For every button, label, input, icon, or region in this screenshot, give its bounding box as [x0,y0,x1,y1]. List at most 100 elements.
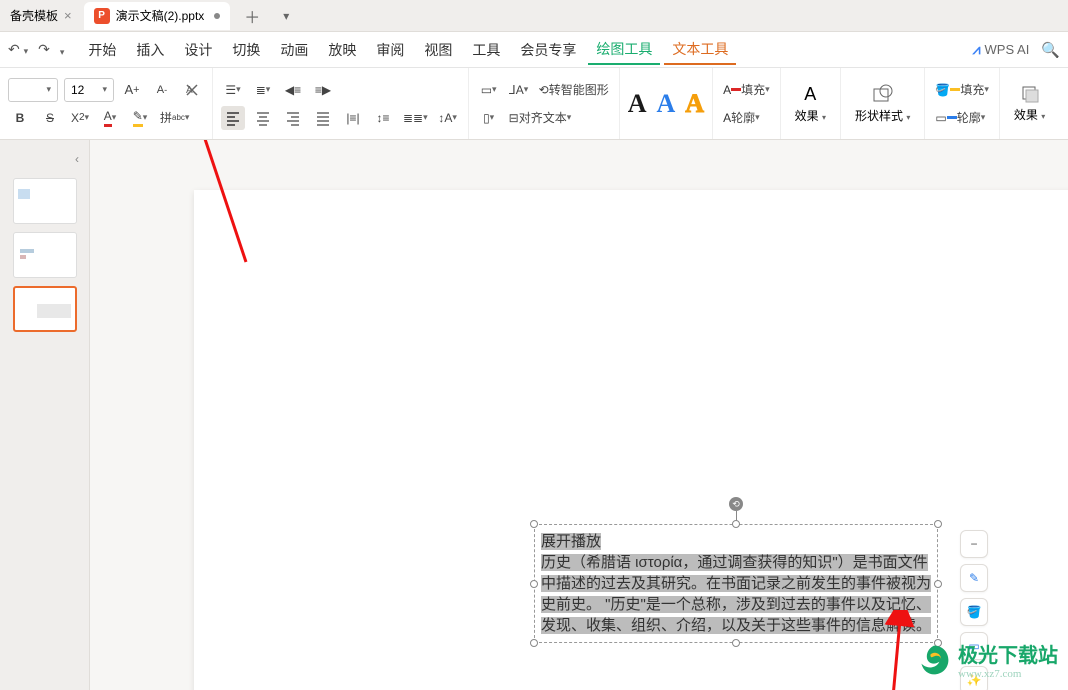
shape-style-group: 形状样式 ▾ [841,68,925,139]
unsaved-dot-icon [214,13,220,19]
font-size-value: 12 [71,83,84,97]
watermark-url: www.xz7.com [958,668,1058,680]
menu-start[interactable]: 开始 [80,36,124,64]
font-size-select[interactable]: 12 ▾ [64,78,114,102]
shape-effects-button[interactable]: 效果 ▾ [1008,80,1051,127]
increase-font-button[interactable]: A+ [120,78,144,102]
add-tab-button[interactable]: ＋ [238,2,266,30]
font-color-button[interactable]: A ▾ [98,106,122,130]
text-direction2-button[interactable]: ⅃A ▾ [507,78,531,102]
tab-menu-button[interactable]: ▾ [272,2,300,30]
menu-transition[interactable]: 切换 [224,36,268,64]
rotate-handle[interactable]: ⟲ [729,497,743,511]
vertical-text-button[interactable]: ▯ ▾ [477,106,501,130]
line-spacing-button[interactable]: ↕≡ [371,106,395,130]
distribute-h-button[interactable]: |≡| [341,106,365,130]
text-effects-group: A 效果 ▾ [781,68,841,139]
shape-outline-button[interactable]: ▭ 轮廓 ▾ [933,106,987,130]
convert-smart-button[interactable]: ⟲ 转智能图形 [537,78,611,102]
pinyin-button[interactable]: 拼abc ▾ [158,106,191,130]
ppt-icon: P [94,8,110,24]
bullets-button[interactable]: ☰ ▾ [221,78,245,102]
resize-handle-n[interactable] [732,520,740,528]
slide-thumbnail-1[interactable] [13,178,77,224]
clear-format-button[interactable]: A [180,78,204,102]
numbering-button[interactable]: ≣ ▾ [251,78,275,102]
search-icon[interactable]: 🔍 [1041,41,1060,59]
text-content[interactable]: 展开播放 历史（希腊语 ιστορία，通过调查获得的知识"）是书面文件中描述的… [541,531,931,636]
align-center-button[interactable] [251,106,275,130]
indent-inc-button[interactable]: ≡▶ [311,78,335,102]
canvas-area[interactable]: ⟲ 展开播放 历史（希腊语 ιστορία，通过调查获得的知识"）是书面文件中描… [90,140,1068,690]
align-left-button[interactable] [221,106,245,130]
text-group: ▭ ▾ ⅃A ▾ ⟲ 转智能图形 ▯ ▾ ⊟ 对齐文本 ▾ [469,68,620,139]
tab-templates[interactable]: 备壳模板 × [0,2,82,30]
more-quick-button[interactable]: ▾ [60,42,65,58]
menu-drawing-tools[interactable]: 绘图工具 [588,35,660,65]
text-outline-button[interactable]: A 轮廓 ▾ [721,106,762,130]
menu-text-tools[interactable]: 文本工具 [664,35,736,65]
superscript-button[interactable]: X2 ▾ [68,106,92,130]
resize-handle-e[interactable] [934,580,942,588]
close-icon[interactable]: × [64,8,72,23]
resize-handle-w[interactable] [530,580,538,588]
bold-button[interactable]: B [8,106,32,130]
workspace: ‹ ⟲ 展开播放 历史（希腊语 ιστορία，通过调查获得的知 [0,140,1068,690]
float-format-button[interactable]: 🪣 [960,598,988,626]
text-line-2: 历史（希腊语 ιστορία，通过调查获得的知识"）是书面文件中描述的过去及其研… [541,554,931,634]
slide-thumbnail-2[interactable] [13,232,77,278]
text-format-group: A 填充 ▾ A 轮廓 ▾ [713,68,781,139]
align-justify-button[interactable] [311,106,335,130]
decrease-font-button[interactable]: A- [150,78,174,102]
svg-text:A: A [186,85,193,96]
float-edit-button[interactable]: ✎ [960,564,988,592]
highlight-button[interactable]: ✎ ▾ [128,106,152,130]
shape-effects-group: 效果 ▾ [1000,68,1059,139]
selected-text-box[interactable]: ⟲ 展开播放 历史（希腊语 ιστορία，通过调查获得的知识"）是书面文件中描… [534,524,938,643]
watermark: 极光下载站 www.xz7.com [916,639,1058,680]
menu-bar: ↶ ▾ ↷ ▾ 开始 插入 设计 切换 动画 放映 审阅 视图 工具 会员专享 … [0,32,1068,68]
resize-handle-ne[interactable] [934,520,942,528]
wps-ai-logo-icon: ⩘ [973,41,981,58]
shape-fill-button[interactable]: 🪣 填充 ▾ [933,78,991,102]
slide-thumbnail-3[interactable] [13,286,77,332]
menu-insert[interactable]: 插入 [128,36,172,64]
wordart-style-3[interactable]: A [685,89,704,119]
menu-member[interactable]: 会员专享 [512,36,584,64]
tab-bar: 备壳模板 × P 演示文稿(2).pptx ＋ ▾ [0,0,1068,32]
menu-view[interactable]: 视图 [416,36,460,64]
font-family-select[interactable]: ▾ [8,78,58,102]
text-direction-button[interactable]: ↕A ▾ [436,106,460,130]
menu-review[interactable]: 审阅 [368,36,412,64]
ribbon: ▾ 12 ▾ A+ A- A B S X2 ▾ A ▾ ✎ ▾ 拼abc ▾ ☰… [0,68,1068,140]
menu-design[interactable]: 设计 [176,36,220,64]
strikethrough-button[interactable]: S [38,106,62,130]
text-line-1: 展开播放 [541,533,601,550]
shape-format-group: 🪣 填充 ▾ ▭ 轮廓 ▾ [925,68,1000,139]
undo-button[interactable]: ↶ ▾ [8,41,28,58]
wordart-style-2[interactable]: A [657,89,676,119]
menu-slideshow[interactable]: 放映 [320,36,364,64]
wordart-style-1[interactable]: A [628,89,647,119]
float-zoom-out-button[interactable]: − [960,530,988,558]
text-effects-button[interactable]: A 效果 ▾ [789,80,832,128]
tab-presentation[interactable]: P 演示文稿(2).pptx [84,2,231,30]
indent-dec-button[interactable]: ◀≡ [281,78,305,102]
paragraph-group: ☰ ▾ ≣ ▾ ◀≡ ≡▶ |≡| ↕≡ ≣≣ ▾ ↕A ▾ [213,68,469,139]
align-text-button[interactable]: ⊟ 对齐文本 ▾ [507,106,574,130]
menu-tools[interactable]: 工具 [464,36,508,64]
wps-ai-button[interactable]: ⩘ WPS AI [973,41,1030,58]
text-fill-button[interactable]: A 填充 ▾ [721,78,772,102]
watermark-title: 极光下载站 [958,639,1058,668]
resize-handle-nw[interactable] [530,520,538,528]
resize-handle-s[interactable] [732,639,740,647]
shape-style-button[interactable]: 形状样式 ▾ [849,79,916,128]
menu-animation[interactable]: 动画 [272,36,316,64]
tab-label: 演示文稿(2).pptx [116,7,205,24]
textbox-button[interactable]: ▭ ▾ [477,78,501,102]
collapse-thumbs-button[interactable]: ‹ [0,148,89,170]
resize-handle-sw[interactable] [530,639,538,647]
align-right-button[interactable] [281,106,305,130]
redo-button[interactable]: ↷ [38,41,50,58]
columns-button[interactable]: ≣≣ ▾ [401,106,430,130]
